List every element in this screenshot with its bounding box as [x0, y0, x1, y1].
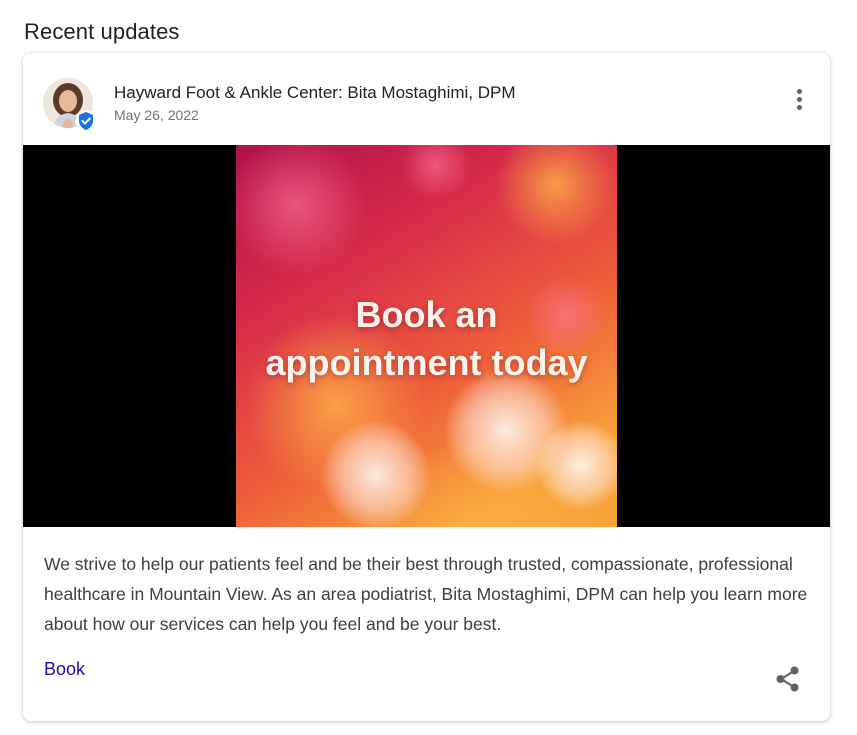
- image-headline-line1: Book an: [355, 294, 498, 335]
- verified-check-icon: [75, 110, 97, 132]
- author-avatar-wrapper[interactable]: [43, 78, 97, 132]
- update-card: Hayward Foot & Ankle Center: Bita Mostag…: [23, 53, 830, 721]
- section-title: Recent updates: [24, 19, 180, 44]
- image-headline-line2: appointment today: [265, 342, 588, 383]
- post-body: We strive to help our patients feel and …: [44, 554, 808, 634]
- more-vert-icon[interactable]: [790, 89, 808, 115]
- book-link[interactable]: Book: [44, 659, 85, 680]
- image-headline: Book an appointment today: [236, 291, 617, 387]
- post-image: Book an appointment today: [236, 145, 617, 527]
- share-icon[interactable]: [775, 665, 801, 693]
- author-name[interactable]: Hayward Foot & Ankle Center: Bita Mostag…: [114, 83, 516, 103]
- post-header: Hayward Foot & Ankle Center: Bita Mostag…: [23, 53, 830, 145]
- post-date: May 26, 2022: [114, 107, 199, 123]
- post-media[interactable]: Book an appointment today: [23, 145, 830, 527]
